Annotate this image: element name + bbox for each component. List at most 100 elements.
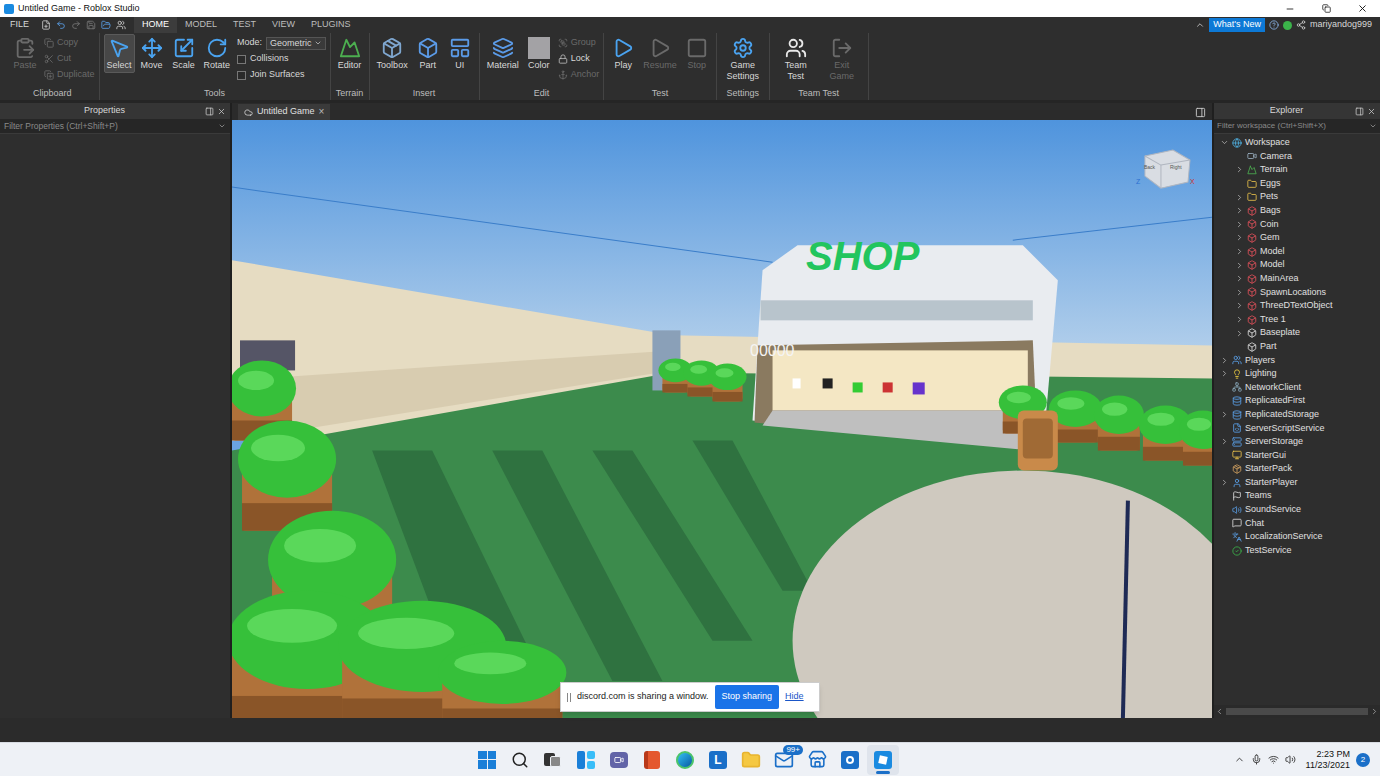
taskbar-app[interactable] [636,745,668,775]
tree-item[interactable]: Model [1214,258,1380,272]
tree-item[interactable]: ReplicatedFirst [1214,394,1380,408]
taskbar-app[interactable] [504,745,536,775]
tree-item[interactable]: ServerStorage [1214,435,1380,449]
taskbar-app[interactable]: L [702,745,734,775]
close-panel-icon[interactable] [217,107,226,116]
tree-item[interactable]: Terrain [1214,163,1380,177]
ribbon-button[interactable]: Play [608,34,638,73]
volume-icon[interactable] [1285,754,1296,765]
undo-icon[interactable] [56,20,66,30]
ribbon-button[interactable]: Editor [335,34,365,73]
expand-arrow-icon[interactable] [1235,301,1244,310]
expand-arrow-icon[interactable] [1235,329,1244,338]
tree-item[interactable]: StarterGui [1214,449,1380,463]
taskbar-app[interactable] [867,745,899,775]
tree-item[interactable]: SpawnLocations [1214,286,1380,300]
new-file-icon[interactable] [41,20,51,30]
tree-item[interactable]: Gem [1214,231,1380,245]
ribbon-tab[interactable]: VIEW [264,17,303,33]
taskbar-app[interactable] [735,745,767,775]
expand-arrow-icon[interactable] [1220,437,1229,446]
tree-item[interactable]: SoundService [1214,503,1380,517]
close-panel-icon[interactable] [1367,107,1376,116]
microphone-icon[interactable] [1251,754,1262,765]
wifi-icon[interactable] [1268,754,1279,765]
ribbon-small-button[interactable]: Lock [558,52,600,66]
taskbar-app[interactable] [537,745,569,775]
ribbon-button[interactable]: Game Settings [721,34,765,84]
ribbon-button[interactable]: Stop [682,34,712,73]
ribbon-button[interactable]: Scale [169,34,199,73]
expand-arrow-icon[interactable] [1235,165,1244,174]
tree-item[interactable]: Camera [1214,150,1380,164]
float-panel-icon[interactable] [205,107,214,116]
horizontal-scrollbar[interactable] [1214,705,1380,718]
tree-item[interactable]: NetworkClient [1214,381,1380,395]
tree-item[interactable]: Lighting [1214,367,1380,381]
taskbar-app[interactable]: 99+ [768,745,800,775]
tree-item[interactable]: Part [1214,340,1380,354]
ribbon-button[interactable]: Select [104,34,135,73]
ribbon-small-button[interactable]: Duplicate [44,68,95,82]
tree-item[interactable]: Coin [1214,218,1380,232]
ribbon-button[interactable]: Resume [640,34,680,73]
whats-new-button[interactable]: What's New [1209,18,1265,32]
expand-arrow-icon[interactable] [1220,369,1229,378]
collapse-ribbon-icon[interactable] [1195,20,1205,30]
ribbon-tab[interactable]: TEST [225,17,264,33]
float-panel-icon[interactable] [1355,107,1364,116]
tree-item[interactable]: Teams [1214,489,1380,503]
expand-arrow-icon[interactable] [1235,206,1244,215]
tray-overflow-icon[interactable] [1234,754,1245,765]
expand-arrow-icon[interactable] [1235,274,1244,283]
tree-item[interactable]: ReplicatedStorage [1214,408,1380,422]
ribbon-button[interactable]: Paste [10,34,40,73]
ribbon-button[interactable]: Move [137,34,167,73]
share-icon[interactable] [1296,20,1306,30]
scroll-right-icon[interactable] [1370,707,1379,716]
expand-arrow-icon[interactable] [1235,261,1244,270]
panel-toggle-icon[interactable] [1195,107,1206,118]
notification-badge[interactable]: 2 [1356,753,1370,767]
tree-item[interactable]: Eggs [1214,177,1380,191]
restore-button[interactable] [1308,0,1344,17]
redo-icon[interactable] [71,20,81,30]
tree-item[interactable]: StarterPlayer [1214,476,1380,490]
publish-icon[interactable] [101,20,111,30]
ribbon-button[interactable]: Team Test [774,34,818,84]
ribbon-button[interactable]: Exit Game [820,34,864,84]
tree-item[interactable]: MainArea [1214,272,1380,286]
tree-item[interactable]: Model [1214,245,1380,259]
user-name[interactable]: mariyandog999 [1310,18,1372,32]
properties-filter[interactable]: Filter Properties (Ctrl+Shift+P) [0,119,230,134]
ribbon-checkbox[interactable]: Collisions [237,52,326,66]
ribbon-tab[interactable]: HOME [134,17,177,33]
expand-arrow-icon[interactable] [1220,138,1229,147]
mode-dropdown[interactable]: Mode:Geometric [237,36,326,50]
tree-item[interactable]: Baseplate [1214,326,1380,340]
save-icon[interactable] [86,20,96,30]
ribbon-small-button[interactable]: Group [558,36,600,50]
tree-item[interactable]: LocalizationService [1214,530,1380,544]
tab-close[interactable]: × [319,107,325,117]
ribbon-button[interactable]: UI [445,34,475,73]
ribbon-checkbox[interactable]: Join Surfaces [237,68,326,82]
ribbon-small-button[interactable]: Copy [44,36,95,50]
tree-item[interactable]: TestService [1214,544,1380,558]
ribbon-small-button[interactable]: Anchor [558,68,600,82]
tree-item[interactable]: Tree 1 [1214,313,1380,327]
taskbar-app[interactable] [471,745,503,775]
explorer-filter[interactable]: Filter workspace (Ctrl+Shift+X) [1214,119,1380,134]
minimize-button[interactable] [1272,0,1308,17]
ribbon-small-button[interactable]: Cut [44,52,95,66]
tree-item[interactable]: Workspace [1214,136,1380,150]
ribbon-button[interactable]: Color [524,34,554,73]
ribbon-tab[interactable]: MODEL [177,17,225,33]
stop-sharing-button[interactable]: Stop sharing [715,685,780,709]
collaborate-icon[interactable] [116,20,126,30]
tree-item[interactable]: StarterPack [1214,462,1380,476]
ribbon-button[interactable]: Part [413,34,443,73]
expand-arrow-icon[interactable] [1235,247,1244,256]
expand-arrow-icon[interactable] [1235,193,1244,202]
tree-item[interactable]: Bags [1214,204,1380,218]
